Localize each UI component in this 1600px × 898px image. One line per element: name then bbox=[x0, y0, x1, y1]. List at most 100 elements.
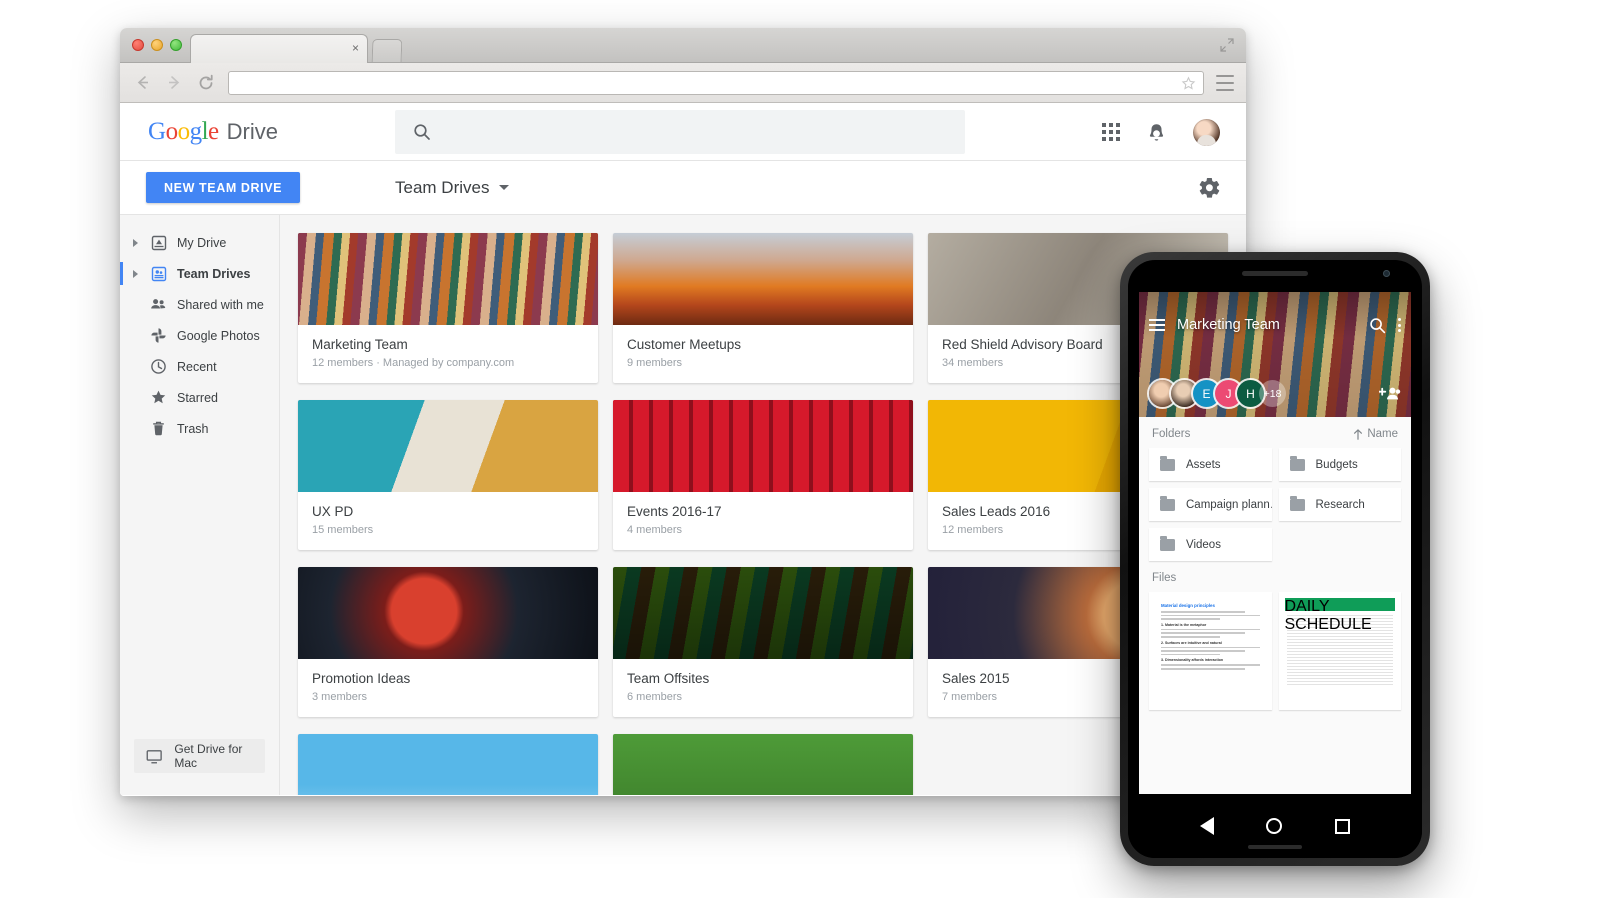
file-card-document[interactable]: Material design principles 1. Material i… bbox=[1149, 592, 1272, 710]
document-line: 3. Dimensionality affords interaction bbox=[1161, 658, 1224, 663]
team-drives-icon bbox=[150, 265, 167, 282]
document-line: 1. Material is the metaphor bbox=[1161, 622, 1207, 627]
team-drive-card[interactable]: Team Offsites 6 members bbox=[613, 567, 913, 717]
reload-icon[interactable] bbox=[196, 73, 216, 93]
new-team-drive-button[interactable]: NEW TEAM DRIVE bbox=[146, 172, 301, 203]
drive-subheader: NEW TEAM DRIVE Team Drives bbox=[120, 161, 1246, 215]
browser-window: × Google Drive NEW TEAM DRIVE Team Drive… bbox=[120, 28, 1246, 796]
add-people-icon[interactable] bbox=[1379, 386, 1401, 401]
sidebar-item-trash[interactable]: Trash bbox=[120, 413, 279, 444]
document-line: 2. Surfaces are intuitive and natural bbox=[1161, 640, 1222, 645]
browser-tab[interactable]: × bbox=[190, 34, 368, 63]
sidebar-item-label: Starred bbox=[177, 390, 218, 405]
team-drive-card[interactable]: Customer Meetups 9 members bbox=[613, 233, 913, 383]
folder-tile[interactable]: Research bbox=[1278, 488, 1401, 521]
breadcrumb-label: Team Drives bbox=[395, 177, 490, 197]
close-window-button[interactable] bbox=[132, 39, 144, 51]
window-traffic-lights[interactable] bbox=[132, 39, 182, 51]
card-body: Customer Meetups 9 members bbox=[613, 325, 913, 383]
chevron-down-icon[interactable] bbox=[499, 185, 510, 190]
card-thumbnail bbox=[613, 233, 913, 325]
sidebar-item-starred[interactable]: Starred bbox=[120, 382, 279, 413]
folder-tile[interactable]: Videos bbox=[1149, 528, 1272, 561]
phone-body: 12:30 Marketing Team E bbox=[1128, 260, 1422, 858]
folder-label: Research bbox=[1315, 498, 1365, 511]
sidebar-item-shared-with-me[interactable]: Shared with me bbox=[120, 289, 279, 320]
sidebar-item-my-drive[interactable]: My Drive bbox=[120, 227, 279, 258]
folder-tile[interactable]: Budgets bbox=[1278, 448, 1401, 481]
maximize-window-button[interactable] bbox=[170, 39, 182, 51]
front-camera bbox=[1383, 270, 1390, 277]
card-subtitle: 9 members bbox=[627, 357, 683, 369]
card-subtitle: 12 members · Managed by company.com bbox=[312, 357, 515, 369]
new-tab-button[interactable] bbox=[371, 39, 403, 62]
gear-icon[interactable] bbox=[1199, 177, 1220, 198]
document-thumbnail: Material design principles 1. Material i… bbox=[1155, 598, 1266, 704]
header-actions bbox=[1102, 118, 1246, 146]
bookmark-star-icon[interactable] bbox=[1181, 76, 1196, 91]
card-thumbnail bbox=[298, 734, 598, 795]
drive-body: My Drive Team Drives Shared with me Goog… bbox=[120, 215, 1246, 795]
sidebar-item-label: Recent bbox=[177, 359, 217, 374]
folder-icon bbox=[1160, 455, 1175, 471]
close-tab-icon[interactable]: × bbox=[352, 41, 359, 56]
android-home-icon[interactable] bbox=[1266, 818, 1283, 834]
team-drives-grid: Marketing Team 12 members · Managed by c… bbox=[298, 233, 1246, 795]
notification-bell-icon[interactable] bbox=[1146, 122, 1167, 143]
folder-icon bbox=[1160, 495, 1175, 511]
expand-arrow-icon[interactable] bbox=[133, 269, 138, 278]
folder-label: Budgets bbox=[1315, 458, 1358, 471]
folder-tile[interactable]: Campaign plann… bbox=[1149, 488, 1272, 521]
drive-header: Google Drive bbox=[120, 104, 1246, 161]
browser-menu-icon[interactable] bbox=[1216, 74, 1234, 91]
address-bar[interactable] bbox=[228, 70, 1204, 95]
card-title: Customer Meetups bbox=[627, 337, 742, 352]
sort-control[interactable]: Name bbox=[1353, 428, 1398, 440]
get-drive-for-mac-button[interactable]: Get Drive for Mac bbox=[134, 739, 265, 773]
fullscreen-icon[interactable] bbox=[1220, 38, 1234, 52]
files-label: Files bbox=[1152, 572, 1177, 584]
file-card-spreadsheet[interactable]: DAILY SCHEDULE bbox=[1278, 592, 1401, 710]
overflow-menu-icon[interactable] bbox=[1398, 318, 1401, 332]
card-body: Events 2016-17 4 members bbox=[613, 492, 913, 550]
google-wordmark: Google bbox=[148, 118, 219, 145]
card-subtitle: 3 members bbox=[312, 691, 368, 703]
sidebar-item-recent[interactable]: Recent bbox=[120, 351, 279, 382]
sidebar-item-team-drives[interactable]: Team Drives bbox=[120, 258, 279, 289]
android-recents-icon[interactable] bbox=[1334, 818, 1350, 834]
card-body: Team Offsites 6 members bbox=[613, 659, 913, 717]
team-drive-card[interactable] bbox=[298, 734, 598, 795]
sidebar-item-google-photos[interactable]: Google Photos bbox=[120, 320, 279, 351]
earpiece-speaker bbox=[1242, 271, 1308, 276]
new-team-drive-wrap: NEW TEAM DRIVE bbox=[120, 172, 395, 203]
drive-content-sheet: Folders Name Assets Budgets Campaign pla… bbox=[1139, 417, 1411, 776]
folder-label: Campaign plann… bbox=[1186, 498, 1272, 511]
account-avatar[interactable] bbox=[1193, 118, 1220, 146]
drive-logo[interactable]: Google Drive bbox=[120, 118, 395, 146]
spreadsheet-thumbnail: DAILY SCHEDULE bbox=[1284, 598, 1395, 704]
search-input[interactable] bbox=[395, 110, 965, 154]
android-back-icon[interactable] bbox=[1200, 817, 1215, 835]
minimize-window-button[interactable] bbox=[151, 39, 163, 51]
member-overflow-count[interactable]: +18 bbox=[1259, 380, 1286, 407]
search-icon[interactable] bbox=[1369, 317, 1386, 334]
file-cards: Material design principles 1. Material i… bbox=[1139, 592, 1411, 710]
my-drive-icon bbox=[150, 234, 167, 251]
hamburger-menu-icon[interactable] bbox=[1149, 319, 1165, 331]
team-drive-card[interactable]: Marketing Team 12 members · Managed by c… bbox=[298, 233, 598, 383]
team-drive-card[interactable]: UX PD 15 members bbox=[298, 400, 598, 550]
team-drive-card[interactable]: Promotion Ideas 3 members bbox=[298, 567, 598, 717]
get-drive-label: Get Drive for Mac bbox=[174, 742, 243, 770]
sidebar-item-label: Google Photos bbox=[177, 328, 260, 343]
apps-grid-icon[interactable] bbox=[1102, 123, 1120, 141]
team-drive-card[interactable] bbox=[613, 734, 913, 795]
app-bar-title: Marketing Team bbox=[1177, 317, 1280, 333]
expand-arrow-icon[interactable] bbox=[133, 238, 138, 247]
back-arrow-icon[interactable] bbox=[132, 73, 152, 93]
sidebar-item-label: Team Drives bbox=[177, 266, 251, 281]
folder-tile[interactable]: Assets bbox=[1149, 448, 1272, 481]
team-drive-card[interactable]: Events 2016-17 4 members bbox=[613, 400, 913, 550]
sidebar-item-label: My Drive bbox=[177, 235, 227, 250]
breadcrumb[interactable]: Team Drives bbox=[395, 177, 510, 198]
forward-arrow-icon[interactable] bbox=[164, 73, 184, 93]
